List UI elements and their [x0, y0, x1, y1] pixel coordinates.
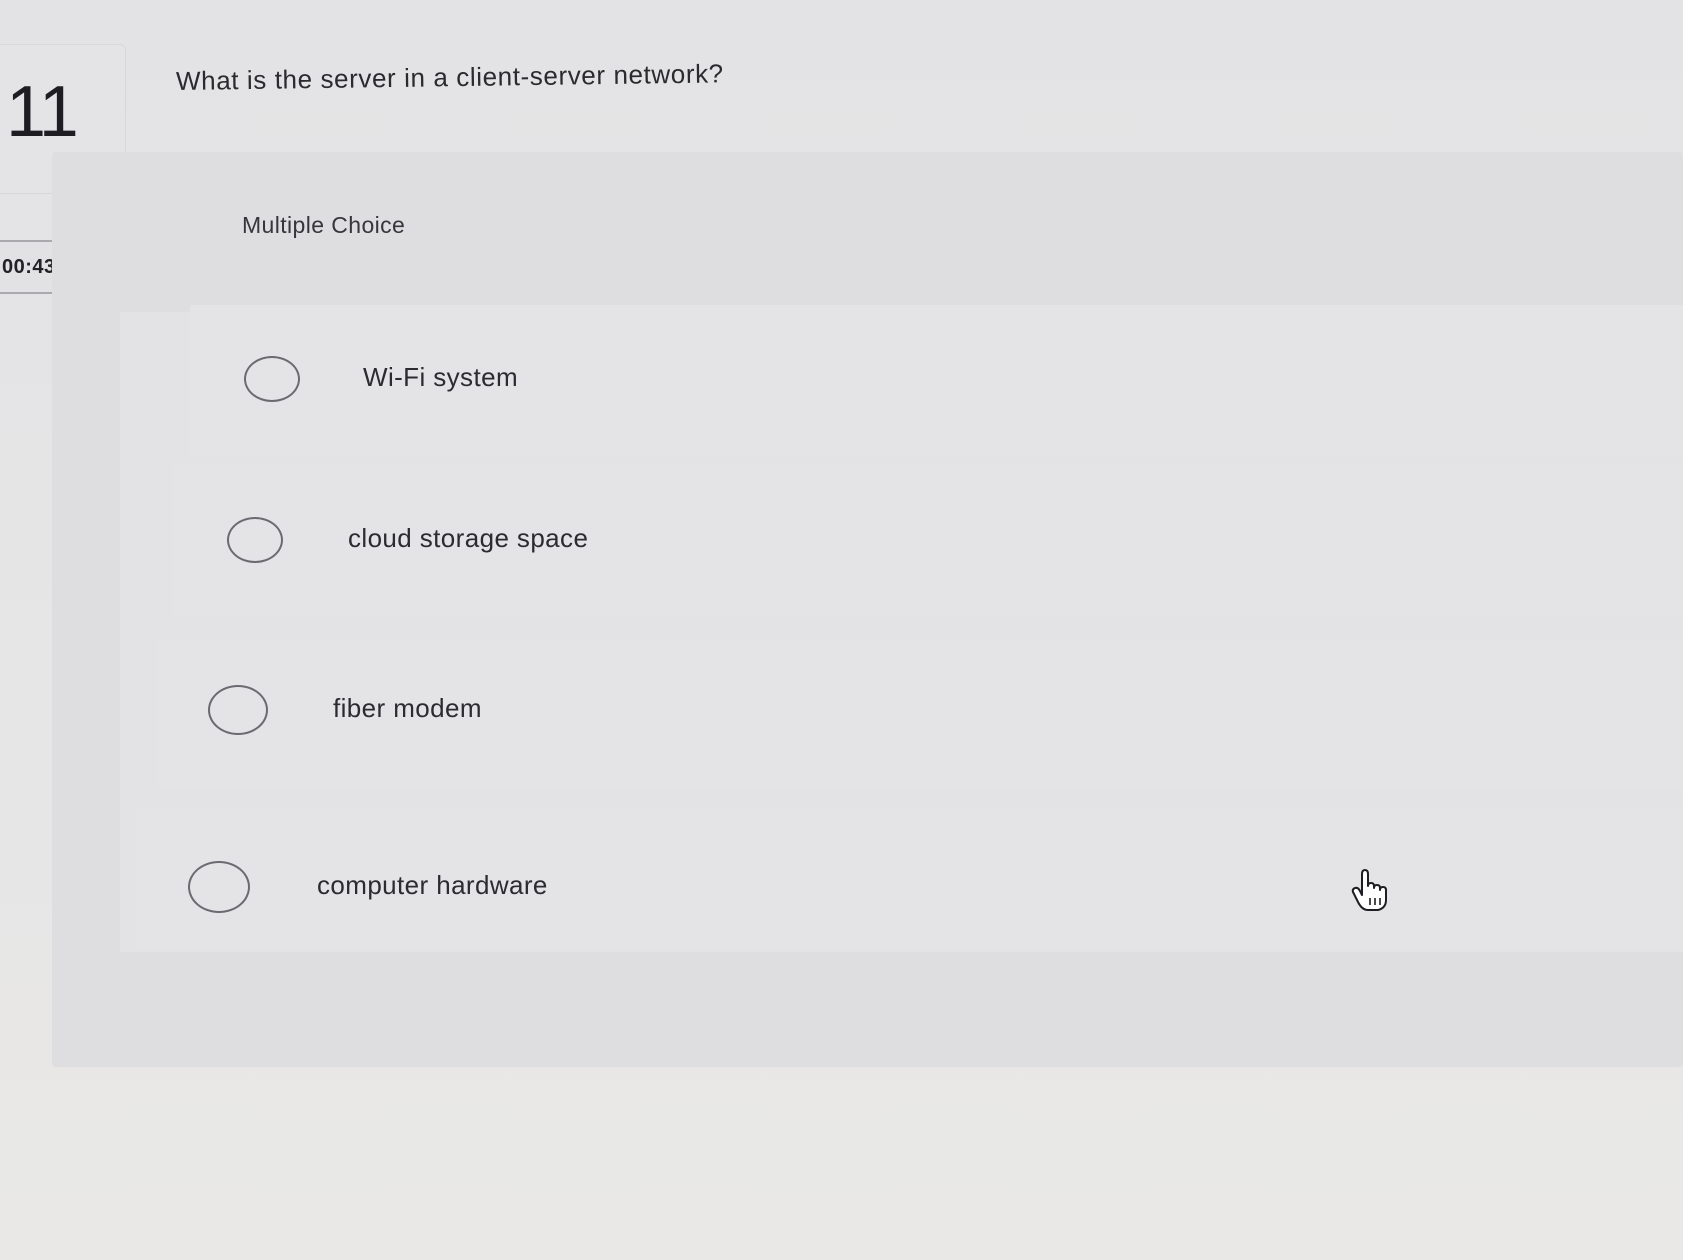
question-text: What is the server in a client-server ne…	[175, 58, 724, 96]
question-number: 11	[6, 72, 79, 152]
option-label[interactable]: cloud storage space	[348, 523, 588, 554]
radio-circle-icon[interactable]	[227, 517, 283, 563]
radio-circle-icon[interactable]	[208, 685, 268, 735]
hand-pointer-icon	[1351, 869, 1387, 911]
option-label[interactable]: Wi-Fi system	[363, 362, 518, 393]
option-label[interactable]: computer hardware	[317, 870, 548, 901]
radio-circle-icon[interactable]	[188, 861, 250, 913]
question-type-label: Multiple Choice	[242, 212, 406, 238]
option-label[interactable]: fiber modem	[333, 693, 482, 724]
radio-circle-icon[interactable]	[244, 356, 300, 402]
